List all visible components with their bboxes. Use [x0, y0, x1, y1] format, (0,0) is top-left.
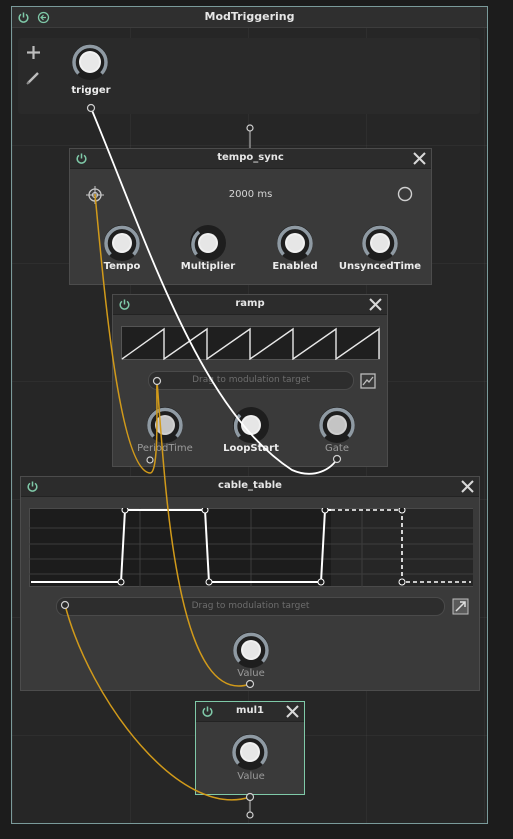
cable-table-drag-slot[interactable]: Drag to modulation target: [56, 597, 445, 616]
tempo-sync-header[interactable]: tempo_sync: [70, 149, 431, 169]
window-titlebar[interactable]: ModTriggering: [12, 7, 487, 28]
mul1-module[interactable]: mul1 Value: [195, 701, 305, 795]
gate-label: Gate: [325, 443, 349, 454]
cable-table-header[interactable]: cable_table: [21, 477, 479, 497]
mul1-value-knob[interactable]: [230, 732, 270, 772]
close-icon[interactable]: [459, 478, 476, 495]
cable-value-label: Value: [237, 668, 265, 679]
expand-icon[interactable]: [452, 598, 469, 615]
tempo-sync-title: tempo_sync: [217, 152, 284, 163]
mul1-header[interactable]: mul1: [196, 702, 304, 722]
loopstart-knob[interactable]: [231, 405, 271, 445]
plus-icon[interactable]: [25, 44, 42, 61]
trigger-label: trigger: [71, 85, 111, 96]
pencil-icon[interactable]: [25, 69, 42, 86]
multiplier-knob[interactable]: [188, 223, 228, 263]
ramp-header[interactable]: ramp: [113, 295, 387, 315]
close-icon[interactable]: [411, 150, 428, 167]
close-icon[interactable]: [367, 296, 384, 313]
tempo-sync-module[interactable]: tempo_sync 2000 ms Tempo Multiplier Enab…: [69, 148, 432, 285]
ramp-drag-text: Drag to modulation target: [192, 375, 310, 385]
mul1-value-label: Value: [237, 771, 265, 782]
ramp-module[interactable]: ramp Drag to modulation target PeriodTim…: [112, 294, 388, 467]
cable-table-drag-text: Drag to modulation target: [191, 601, 310, 611]
periodtime-knob[interactable]: [145, 405, 185, 445]
ramp-drag-slot[interactable]: Drag to modulation target: [148, 371, 354, 390]
window-title: ModTriggering: [204, 10, 295, 23]
cable-table-module[interactable]: cable_table Drag to modulation target Va…: [20, 476, 480, 691]
cable-value-knob[interactable]: [231, 630, 271, 670]
enabled-knob[interactable]: [275, 223, 315, 263]
unsyncedtime-label: UnsyncedTime: [338, 261, 422, 272]
cable-table-graph[interactable]: [29, 508, 473, 587]
tempo-knob[interactable]: [102, 223, 142, 263]
ramp-title: ramp: [235, 298, 265, 309]
close-icon[interactable]: [284, 703, 301, 720]
expand-graph-icon[interactable]: [360, 373, 376, 389]
unsyncedtime-knob[interactable]: [360, 223, 400, 263]
cable-table-title: cable_table: [218, 480, 282, 491]
gate-knob[interactable]: [317, 405, 357, 445]
trigger-knob[interactable]: [70, 42, 110, 82]
toggle-circle[interactable]: [397, 186, 413, 202]
time-readout: 2000 ms: [228, 189, 273, 200]
ramp-waveform: [121, 326, 380, 360]
